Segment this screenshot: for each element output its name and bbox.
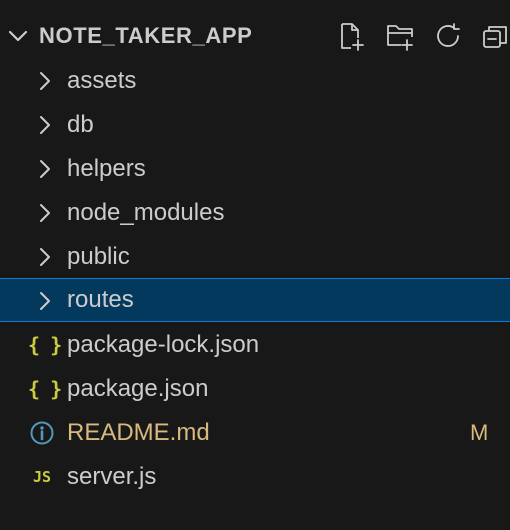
tree-item-readme-md[interactable]: README.md M [0,411,510,455]
tree-item-package-json[interactable]: { } package.json [0,367,510,411]
json-icon: { } [28,377,62,401]
tree-item-label: helpers [67,155,146,182]
chevron-right-icon [32,289,56,313]
tree-item-helpers[interactable]: helpers [0,147,510,191]
tree-item-label: db [67,111,94,138]
tree-item-label: public [67,243,130,270]
tree-item-label: package-lock.json [67,331,260,358]
tree-item-label: assets [67,67,137,94]
tree-item-label: package.json [67,375,209,402]
js-icon: JS [32,468,52,486]
explorer-panel: NOTE_TAKER_APP assets db helpers node_mo… [0,0,510,530]
tree-item-label: routes [67,286,134,313]
refresh-button[interactable] [431,18,465,54]
chevron-right-icon [32,245,56,269]
chevron-right-icon [32,201,56,225]
tree-item-node-modules[interactable]: node_modules [0,191,510,235]
tree-item-server-js[interactable]: JS server.js [0,455,510,499]
info-icon [28,420,56,446]
new-folder-button[interactable] [383,18,417,54]
json-icon: { } [28,333,62,357]
chevron-down-icon[interactable] [6,24,30,48]
tree-item-assets[interactable]: assets [0,59,510,103]
new-file-button[interactable] [334,18,368,54]
modified-status-badge: M [470,420,489,445]
tree-item-label: README.md [67,419,210,446]
chevron-right-icon [32,157,56,181]
tree-item-public[interactable]: public [0,235,510,279]
tree-item-db[interactable]: db [0,103,510,147]
chevron-right-icon [32,113,56,137]
chevron-right-icon [32,69,56,93]
tree-item-routes[interactable]: routes [0,278,510,322]
tree-item-package-lock-json[interactable]: { } package-lock.json [0,323,510,367]
explorer-title: NOTE_TAKER_APP [39,23,253,48]
tree-item-label: node_modules [67,199,225,226]
collapse-all-button[interactable] [478,18,510,54]
tree-item-label: server.js [67,463,157,490]
